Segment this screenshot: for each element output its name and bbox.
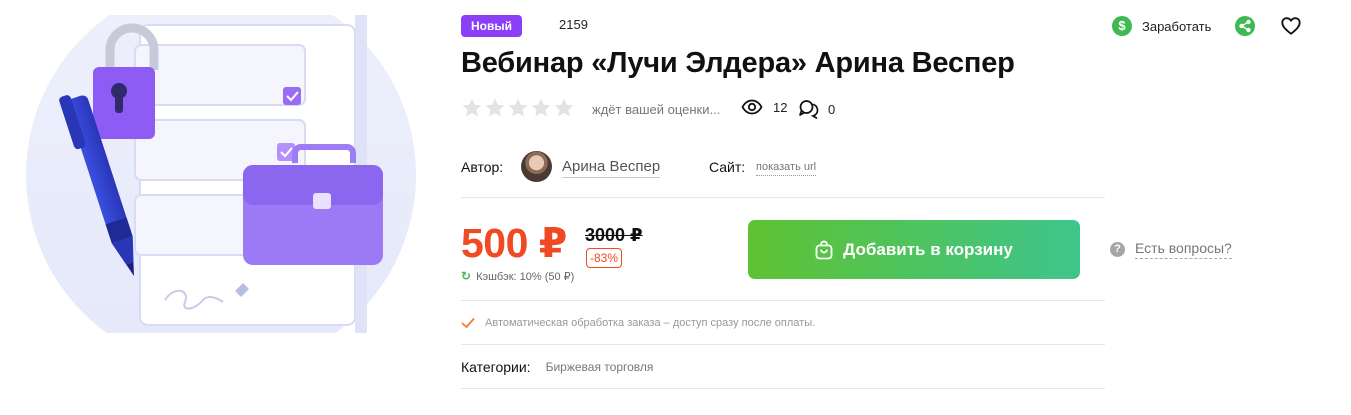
star-icon[interactable]	[553, 97, 575, 119]
comments-counter[interactable]: 0	[798, 99, 835, 119]
divider	[461, 197, 1105, 198]
divider	[461, 300, 1105, 301]
views-count: 12	[773, 99, 788, 115]
star-icon[interactable]	[461, 97, 483, 119]
auto-processing-notice: Автоматическая обработка заказа – доступ…	[461, 316, 815, 330]
earn-label: Заработать	[1142, 18, 1212, 34]
earn-button[interactable]: $ Заработать	[1112, 15, 1211, 37]
product-id: 2159	[559, 17, 588, 32]
author-label: Автор:	[461, 159, 504, 175]
current-price: 500 ₽	[461, 220, 567, 266]
shopping-bag-icon	[815, 240, 833, 259]
star-icon[interactable]	[530, 97, 552, 119]
new-badge: Новый	[461, 15, 522, 37]
categories-row: Категории: Биржевая торговля	[461, 359, 653, 375]
share-icon[interactable]	[1235, 16, 1255, 36]
question-icon: ?	[1110, 242, 1125, 257]
cashback-text: Кэшбэк: 10% (50 ₽)	[476, 270, 575, 283]
star-icon[interactable]	[507, 97, 529, 119]
product-illustration	[25, 15, 417, 333]
comments-count: 0	[828, 101, 836, 117]
refresh-icon: ↻	[461, 269, 472, 283]
author-name-link[interactable]: Арина Веспер	[562, 158, 661, 178]
notice-text: Автоматическая обработка заказа – доступ…	[485, 317, 816, 329]
star-rating[interactable]	[461, 97, 575, 119]
old-price: 3000 ₽	[585, 225, 643, 245]
product-info: Новый 2159 $ Заработать Вебинар «Лучи Эл…	[461, 0, 1306, 415]
cashback-info: ↻ Кэшбэк: 10% (50 ₽)	[461, 269, 574, 283]
rating-row: ждёт вашей оценки... 12 0	[461, 97, 1306, 121]
comment-icon	[799, 100, 819, 119]
questions-label: Есть вопросы?	[1135, 240, 1232, 259]
product-title: Вебинар «Лучи Элдера» Арина Веспер	[461, 47, 1015, 79]
questions-link[interactable]: ? Есть вопросы?	[1110, 240, 1232, 259]
star-icon[interactable]	[484, 97, 506, 119]
divider	[461, 344, 1105, 345]
rating-status: ждёт вашей оценки...	[592, 102, 721, 117]
discount-badge: -83%	[586, 248, 623, 268]
dollar-icon: $	[1112, 16, 1132, 36]
divider	[461, 388, 1105, 389]
heart-icon[interactable]	[1280, 15, 1302, 37]
eye-icon	[741, 99, 763, 115]
category-link[interactable]: Биржевая торговля	[546, 360, 654, 374]
check-icon	[461, 318, 475, 328]
site-label: Сайт:	[709, 159, 746, 175]
product-meta-row: Новый 2159 $ Заработать	[461, 15, 1306, 37]
avatar[interactable]	[521, 151, 552, 182]
views-counter: 12	[741, 99, 787, 115]
categories-label: Категории:	[461, 359, 531, 375]
show-url-link[interactable]: показать url	[756, 161, 817, 176]
author-row: Автор: Арина Веспер Сайт: показать url	[461, 151, 1306, 183]
add-to-cart-label: Добавить в корзину	[843, 239, 1013, 259]
add-to-cart-button[interactable]: Добавить в корзину	[748, 220, 1080, 279]
